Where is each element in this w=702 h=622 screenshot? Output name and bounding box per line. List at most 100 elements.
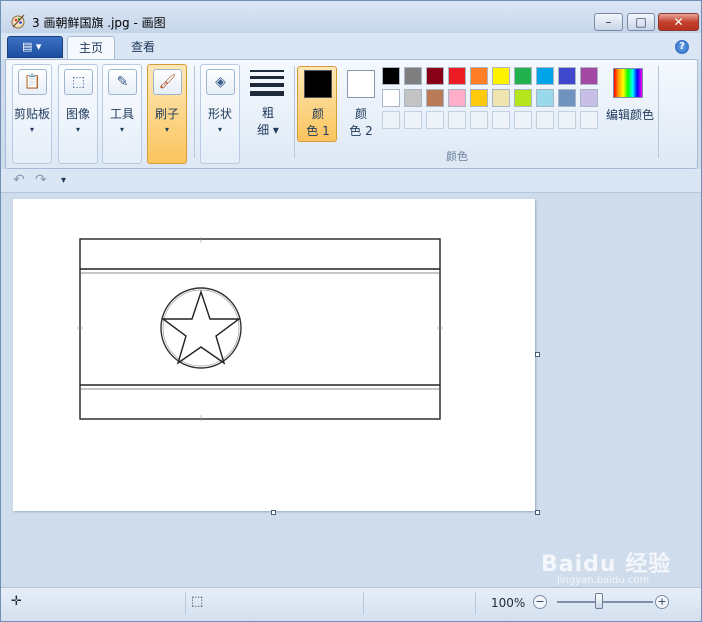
zoom-level: 100% xyxy=(491,596,526,610)
palette-swatch[interactable] xyxy=(382,67,400,85)
color1-button[interactable]: 颜 色 1 xyxy=(297,66,337,142)
image-button[interactable]: ⬚ 图像 ▾ xyxy=(58,64,98,164)
palette-custom-slot[interactable] xyxy=(492,111,510,129)
palette-custom-slot[interactable] xyxy=(404,111,422,129)
palette-custom-slot[interactable] xyxy=(426,111,444,129)
chevron-down-icon: ▾ xyxy=(29,125,34,134)
maximize-button[interactable]: □ xyxy=(627,13,655,31)
status-separator xyxy=(475,592,476,614)
resize-handle-right[interactable] xyxy=(535,352,540,357)
brush-icon: 🖌 xyxy=(153,69,182,95)
colors-group-label: 颜色 xyxy=(446,150,468,163)
status-separator xyxy=(363,592,364,614)
chevron-down-icon: ▾ xyxy=(75,125,80,134)
brushes-button[interactable]: 🖌 刷子 ▾ xyxy=(147,64,187,164)
status-separator xyxy=(185,592,186,614)
color2-label-bottom: 色 2 xyxy=(349,124,373,138)
palette-swatch[interactable] xyxy=(470,89,488,107)
palette-custom-slot[interactable] xyxy=(448,111,466,129)
brushes-label: 刷子 xyxy=(154,107,179,121)
palette-custom-slot[interactable] xyxy=(470,111,488,129)
ribbon-home: 📋 剪贴板 ▾ ⬚ 图像 ▾ ✎ 工具 ▾ 🖌 刷子 ▾ ◈ 形状 ▾ 粗 细 … xyxy=(5,59,698,169)
size-label-bottom: 细 ▾ xyxy=(257,123,279,137)
customize-toolbar-icon[interactable]: ▾ xyxy=(61,175,66,186)
ribbon-separator xyxy=(294,66,295,158)
select-icon: ⬚ xyxy=(64,69,93,95)
paint-app-icon[interactable] xyxy=(10,13,26,29)
zoom-out-button[interactable]: − xyxy=(533,595,547,609)
color1-swatch xyxy=(304,70,332,98)
palette-swatch[interactable] xyxy=(448,89,466,107)
palette-swatch[interactable] xyxy=(558,89,576,107)
chevron-down-icon: ▾ xyxy=(164,125,169,134)
size-label-top: 粗 xyxy=(261,106,274,120)
resize-handle-bottom[interactable] xyxy=(271,510,276,515)
redo-icon[interactable]: ↷ xyxy=(35,172,47,188)
ribbon-separator xyxy=(658,66,659,158)
palette-swatch[interactable] xyxy=(580,67,598,85)
cursor-position-icon: ✛ xyxy=(11,594,22,609)
palette-swatch[interactable] xyxy=(448,67,466,85)
zoom-slider-thumb[interactable] xyxy=(595,593,603,609)
palette-custom-slot[interactable] xyxy=(536,111,554,129)
palette-swatch[interactable] xyxy=(536,67,554,85)
palette-custom-slot[interactable] xyxy=(558,111,576,129)
edit-colors-label: 编辑颜色 xyxy=(605,108,654,122)
drawing-canvas[interactable] xyxy=(13,199,535,511)
watermark-url: jingyan.baidu.com xyxy=(557,575,650,586)
palette-swatch[interactable] xyxy=(426,67,444,85)
chevron-down-icon: ▾ xyxy=(217,125,222,134)
close-icon: ✕ xyxy=(673,15,684,29)
ribbon-tabs: ▤ ▾ 主页 查看 ? xyxy=(1,33,701,59)
color1-label-top: 颜 xyxy=(311,107,324,121)
palette-swatch[interactable] xyxy=(558,67,576,85)
status-bar: ✛ ⬚ 100% − + xyxy=(1,587,701,621)
palette-swatch[interactable] xyxy=(404,67,422,85)
selection-size-icon: ⬚ xyxy=(191,594,204,609)
size-button[interactable]: 粗 细 ▾ xyxy=(248,64,290,164)
maximize-icon: □ xyxy=(635,15,647,29)
window-title: 3 画朝鲜国旗 .jpg - 画图 xyxy=(32,16,166,30)
palette-swatch[interactable] xyxy=(492,67,510,85)
zoom-in-button[interactable]: + xyxy=(655,595,669,609)
palette-swatch[interactable] xyxy=(580,89,598,107)
palette-swatch[interactable] xyxy=(470,67,488,85)
palette-swatch[interactable] xyxy=(514,89,532,107)
palette-custom-slot[interactable] xyxy=(580,111,598,129)
color2-swatch xyxy=(347,70,375,98)
line-width-icon xyxy=(250,70,284,100)
shapes-button[interactable]: ◈ 形状 ▾ xyxy=(200,64,240,164)
palette-swatch[interactable] xyxy=(382,89,400,107)
clipboard-button[interactable]: 📋 剪贴板 ▾ xyxy=(12,64,52,164)
palette-swatch[interactable] xyxy=(514,67,532,85)
canvas-workspace xyxy=(1,194,701,586)
paint-menu-button[interactable]: ▤ ▾ xyxy=(7,36,63,58)
palette-swatch[interactable] xyxy=(492,89,510,107)
menu-icon: ▤ ▾ xyxy=(22,40,42,53)
tools-button[interactable]: ✎ 工具 ▾ xyxy=(102,64,142,164)
zoom-slider-track[interactable] xyxy=(557,601,653,603)
watermark: Baidu 经验 xyxy=(541,552,672,577)
undo-icon[interactable]: ↶ xyxy=(13,172,25,188)
palette-custom-slot[interactable] xyxy=(514,111,532,129)
shapes-icon: ◈ xyxy=(206,69,235,95)
tab-home[interactable]: 主页 xyxy=(67,36,115,59)
color2-label-top: 颜 xyxy=(354,107,367,121)
close-button[interactable]: ✕ xyxy=(658,13,699,31)
title-bar: 3 画朝鲜国旗 .jpg - 画图 – □ ✕ xyxy=(1,1,701,33)
tools-icon: ✎ xyxy=(108,69,137,95)
palette-swatch[interactable] xyxy=(536,89,554,107)
palette-swatch[interactable] xyxy=(426,89,444,107)
color2-button[interactable]: 颜 色 2 xyxy=(340,66,380,142)
help-icon[interactable]: ? xyxy=(675,40,689,54)
resize-handle-corner[interactable] xyxy=(535,510,540,515)
color1-label-bottom: 色 1 xyxy=(306,124,330,138)
minimize-icon: – xyxy=(605,15,612,29)
palette-custom-slot[interactable] xyxy=(382,111,400,129)
minimize-button[interactable]: – xyxy=(594,13,623,31)
flag-sketch xyxy=(77,237,443,421)
palette-swatch[interactable] xyxy=(404,89,422,107)
edit-colors-button[interactable]: 编辑颜色 xyxy=(602,66,658,142)
tab-view[interactable]: 查看 xyxy=(117,36,169,59)
clipboard-icon: 📋 xyxy=(18,69,47,95)
